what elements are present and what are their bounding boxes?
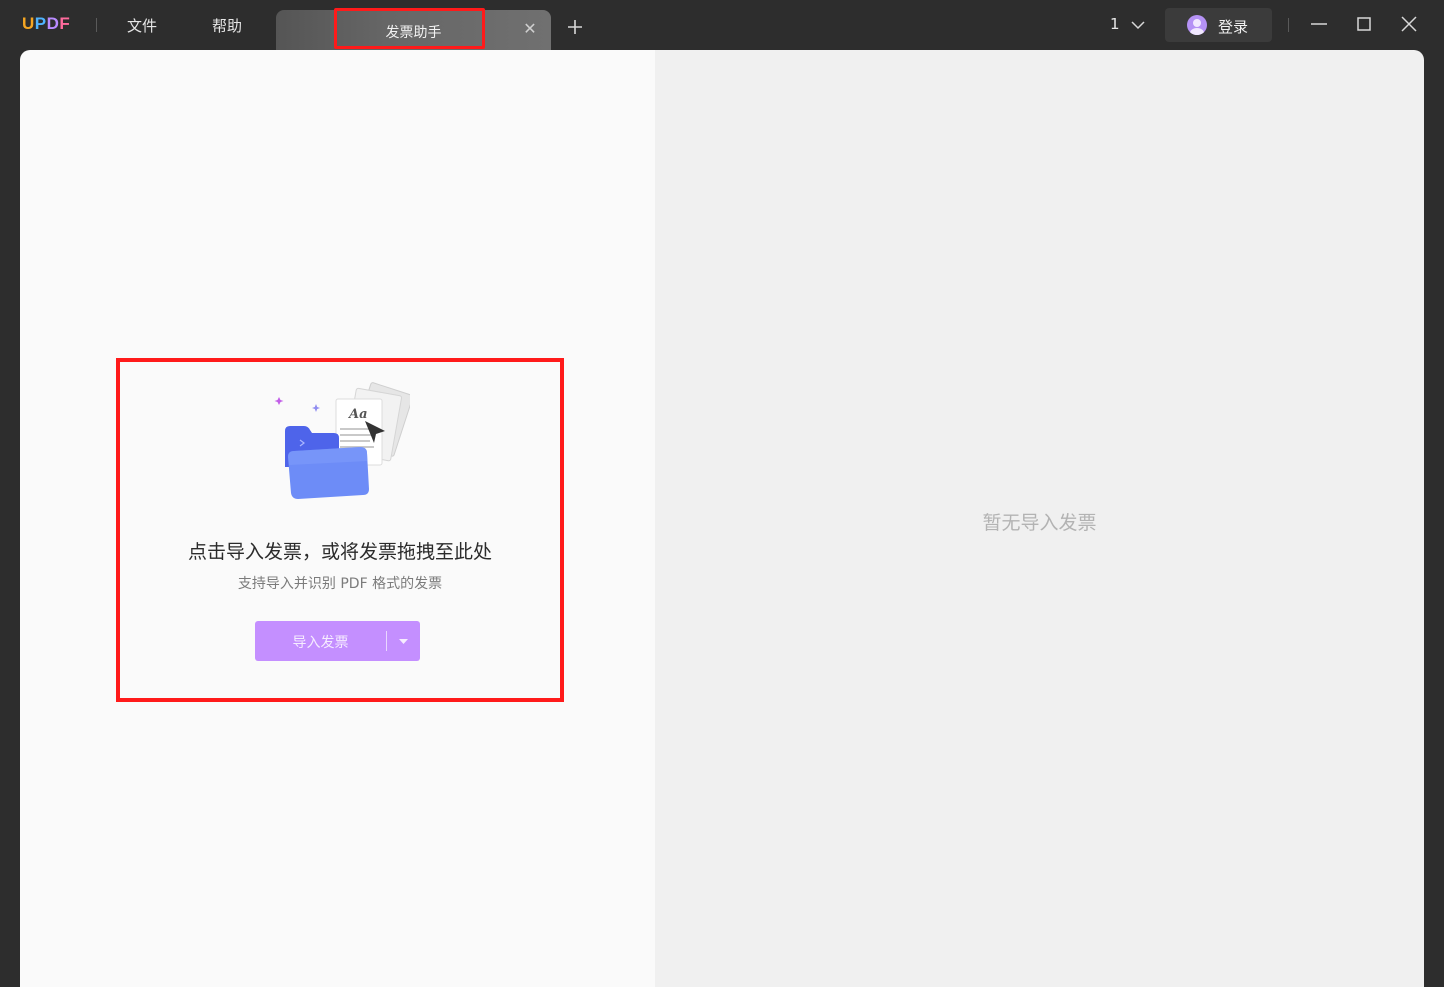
drop-zone-subtitle: 支持导入并识别 PDF 格式的发票 — [237, 576, 443, 592]
user-avatar-icon — [1187, 15, 1207, 35]
invoice-preview-panel: 暂无导入发票 — [655, 50, 1424, 987]
sparkle-icon — [312, 404, 320, 412]
login-button[interactable]: 登录 — [1165, 8, 1272, 42]
import-invoice-button[interactable]: 导入发票 — [255, 621, 420, 661]
menu-file[interactable]: 文件 — [127, 15, 157, 36]
minimize-icon[interactable] — [1308, 13, 1330, 35]
drop-zone-title: 点击导入发票，或将发票拖拽至此处 — [187, 541, 492, 563]
title-bar: UPDF 文件 帮助 发票助手 ✕ 1 登录 — [0, 0, 1444, 50]
login-label: 登录 — [1218, 18, 1249, 36]
maximize-icon[interactable] — [1353, 13, 1375, 35]
tab-invoice-assistant[interactable]: 发票助手 ✕ — [276, 10, 551, 50]
import-button-label: 导入发票 — [292, 635, 349, 651]
svg-text:Aa: Aa — [347, 407, 368, 422]
divider — [96, 18, 97, 32]
import-options-dropdown[interactable] — [387, 621, 420, 661]
close-icon[interactable]: ✕ — [520, 19, 540, 39]
divider — [1288, 18, 1289, 32]
folder-documents-illustration: Aa — [274, 382, 410, 499]
window-close-icon[interactable] — [1398, 13, 1420, 35]
menu-help[interactable]: 帮助 — [212, 15, 242, 36]
tab-label: 发票助手 — [385, 25, 442, 41]
sparkle-icon — [274, 397, 284, 405]
updf-logo[interactable]: UPDF — [22, 14, 70, 34]
page-number: 1 — [1110, 15, 1120, 33]
chevron-down-icon — [1131, 20, 1145, 29]
plus-icon[interactable] — [564, 16, 586, 38]
empty-state-text: 暂无导入发票 — [982, 512, 1097, 534]
page-selector[interactable]: 1 — [1110, 15, 1146, 33]
caret-down-icon — [399, 639, 408, 644]
